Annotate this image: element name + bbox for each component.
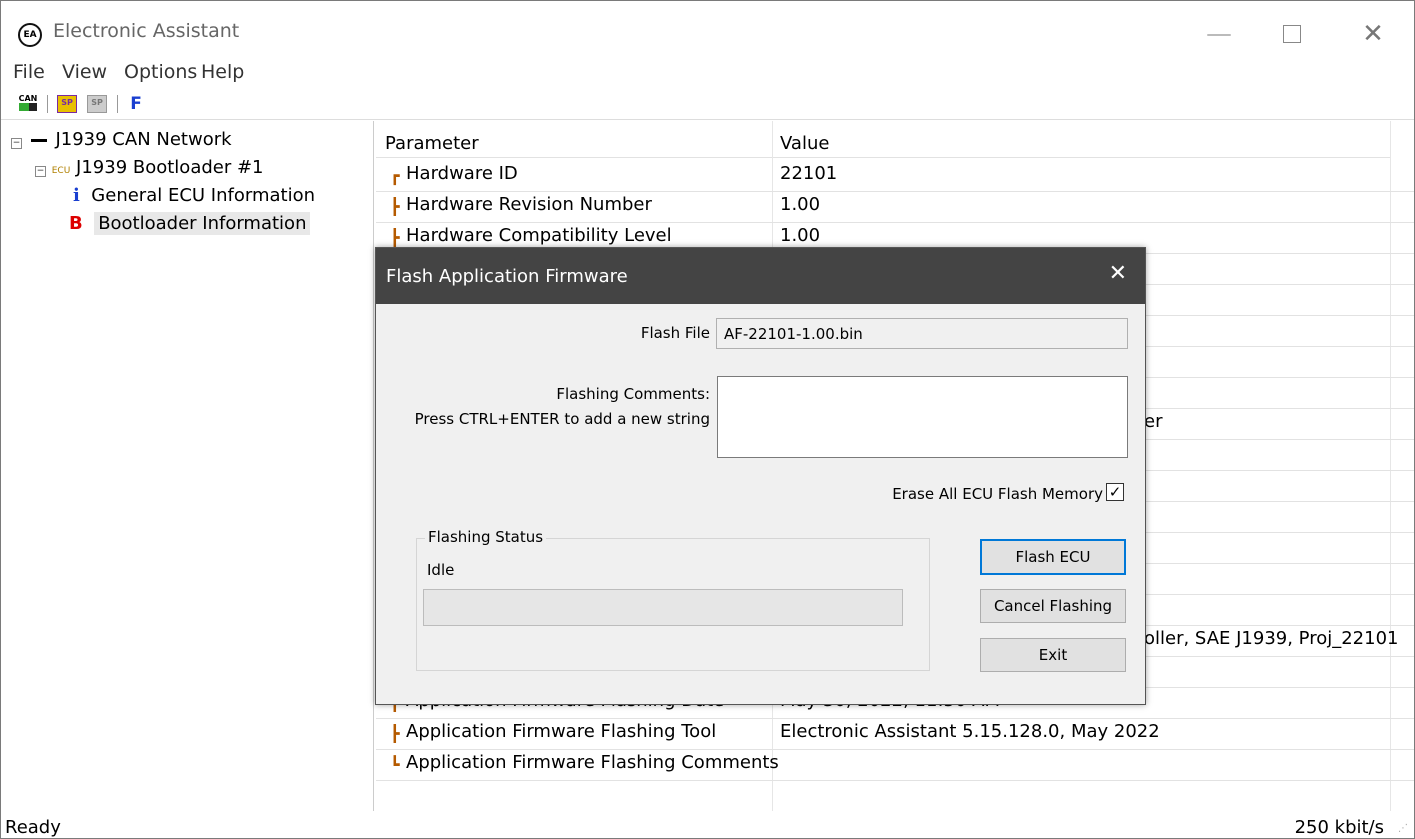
table-header: Parameter Value (376, 121, 1391, 811)
column-header-parameter[interactable]: Parameter (385, 133, 479, 154)
tree-label-general: General ECU Information (91, 185, 315, 206)
param-name: Hardware Compatibility Level (406, 225, 672, 246)
title-bar: EA Electronic Assistant — ✕ (1, 1, 1414, 57)
param-value: 1.00 (780, 194, 821, 215)
flash-dialog: Flash Application Firmware ✕ Flash File … (375, 247, 1146, 705)
toolbar: CAN SP SP F (1, 89, 1414, 120)
sp-save-icon[interactable]: SP (85, 93, 109, 115)
table-row[interactable]: ┏ Hardware ID 22101 (376, 160, 1414, 192)
ecu-icon: ECU (51, 166, 71, 176)
erase-label: Erase All ECU Flash Memory (892, 485, 1103, 503)
flash-firmware-icon[interactable]: F (127, 93, 145, 115)
can-connect-icon[interactable]: CAN (15, 93, 41, 115)
tree-connector-icon: ┣ (390, 228, 400, 247)
column-header-value[interactable]: Value (780, 133, 829, 154)
bitrate-text: 250 kbit/s (1294, 817, 1384, 838)
table-row[interactable]: ┣ Application Firmware Flashing Tool Ele… (376, 718, 1414, 750)
tree-label-boot: Bootloader Information (94, 212, 311, 235)
flash-file-field[interactable]: AF-22101-1.00.bin (716, 318, 1128, 349)
dialog-title-bar: Flash Application Firmware ✕ (376, 248, 1145, 304)
param-value-partial: oller, SAE J1939, Proj_22101 (1144, 628, 1399, 649)
status-text: Ready (5, 817, 61, 838)
dialog-title: Flash Application Firmware (386, 266, 628, 287)
exit-button[interactable]: Exit (980, 638, 1126, 672)
tree-item-general[interactable]: i General ECU Information (73, 185, 315, 206)
info-icon: i (73, 185, 80, 206)
flashing-status-group: Flashing Status Idle (416, 528, 930, 671)
comments-hint: Press CTRL+ENTER to add a new string (414, 410, 710, 428)
menu-help[interactable]: Help (201, 61, 244, 83)
tree-label-bootloader: J1939 Bootloader #1 (76, 157, 264, 178)
tree-connector-icon: ┣ (390, 197, 400, 216)
param-name: Hardware ID (406, 163, 518, 184)
param-name: Application Firmware Flashing Comments (406, 752, 779, 773)
tree-connector-icon: ┏ (390, 166, 400, 185)
minimize-icon[interactable]: — (1199, 16, 1239, 52)
resize-grip-icon[interactable]: ⋰ (1398, 823, 1408, 834)
tree-label-network: J1939 CAN Network (55, 129, 232, 150)
maximize-icon[interactable] (1272, 16, 1312, 52)
table-row[interactable]: ┣ Hardware Revision Number 1.00 (376, 191, 1414, 223)
menu-file[interactable]: File (13, 61, 45, 83)
app-logo-icon: EA (18, 23, 42, 47)
param-value: Electronic Assistant 5.15.128.0, May 202… (780, 721, 1160, 742)
status-group-label: Flashing Status (425, 528, 547, 546)
tree-item-boot-info[interactable]: B Bootloader Information (69, 212, 311, 235)
menu-bar: File View Options Help (1, 57, 1414, 89)
tree-item-bootloader[interactable]: − ECU J1939 Bootloader #1 (35, 157, 264, 178)
param-value: 22101 (780, 163, 838, 184)
toolbar-separator (117, 95, 118, 113)
status-value: Idle (427, 561, 455, 579)
param-value: 1.00 (780, 225, 821, 246)
bootloader-icon: B (69, 213, 83, 234)
close-icon[interactable]: ✕ (1353, 16, 1393, 52)
sp-open-icon[interactable]: SP (55, 93, 79, 115)
menu-options[interactable]: Options (124, 61, 197, 83)
progress-bar (423, 589, 903, 626)
window-title: Electronic Assistant (53, 20, 240, 42)
erase-checkbox[interactable]: ✓ (1106, 483, 1124, 501)
flash-file-value: AF-22101-1.00.bin (724, 325, 863, 343)
network-icon (30, 138, 47, 142)
collapse-icon[interactable]: − (11, 138, 22, 149)
cancel-flashing-button[interactable]: Cancel Flashing (980, 589, 1126, 623)
comments-textarea[interactable] (717, 376, 1128, 458)
comments-label: Flashing Comments: (556, 385, 710, 403)
toolbar-separator (47, 95, 48, 113)
status-bar: Ready 250 kbit/s ⋰ (1, 813, 1414, 838)
param-value-partial: er (1144, 411, 1163, 432)
table-row[interactable]: ┗ Application Firmware Flashing Comments (376, 749, 1414, 781)
flash-ecu-button[interactable]: Flash ECU (980, 539, 1126, 575)
flash-file-label: Flash File (640, 324, 710, 342)
param-name: Hardware Revision Number (406, 194, 652, 215)
tree-connector-icon: ┗ (390, 755, 400, 774)
tree-item-network[interactable]: − J1939 CAN Network (11, 129, 232, 150)
dialog-close-icon[interactable]: ✕ (1109, 261, 1127, 286)
menu-view[interactable]: View (62, 61, 107, 83)
can-label: CAN (18, 94, 38, 103)
collapse-icon[interactable]: − (35, 166, 46, 177)
tree-panel: − J1939 CAN Network − ECU J1939 Bootload… (1, 121, 374, 811)
param-name: Application Firmware Flashing Tool (406, 721, 717, 742)
tree-connector-icon: ┣ (390, 724, 400, 743)
